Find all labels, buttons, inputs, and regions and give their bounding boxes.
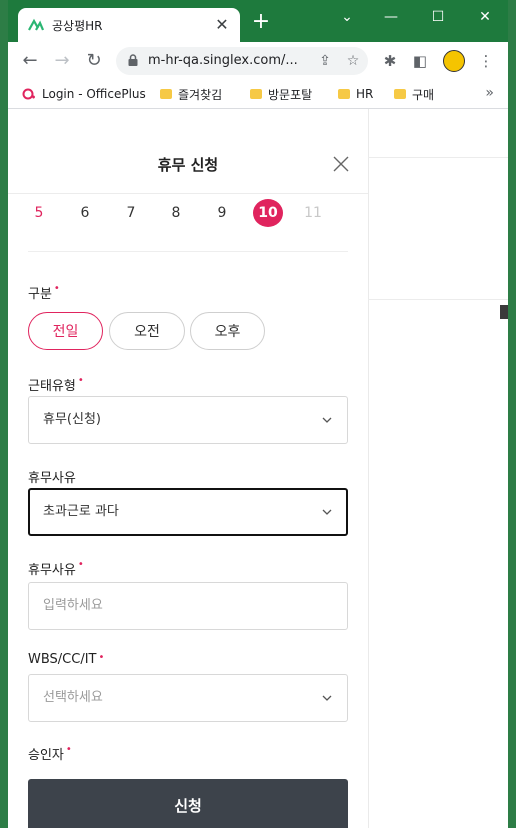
forward-icon[interactable]: → — [52, 51, 72, 71]
close-icon[interactable] — [330, 153, 352, 175]
day-5[interactable]: 5 — [24, 199, 54, 227]
folder-icon — [394, 89, 406, 99]
url-text: m-hr-qa.singlex.com/... — [148, 53, 298, 68]
bookmark-hr[interactable]: HR — [338, 85, 373, 103]
bookmark-label: 구매 — [412, 87, 435, 102]
officeplus-icon — [22, 88, 35, 100]
scrollbar-marker[interactable] — [500, 305, 508, 319]
option-afternoon[interactable]: 오후 — [190, 312, 265, 350]
leave-reason-select-label-text: 휴무사유 — [28, 471, 76, 486]
close-window-icon[interactable]: ✕ — [470, 7, 500, 27]
leave-request-sheet: 휴무 신청 5 6 7 8 9 10 11 구분 • 전일 오전 오후 근태유형… — [8, 109, 368, 828]
bookmark-label: Login - OfficePlus — [42, 87, 146, 101]
day-7[interactable]: 7 — [116, 199, 146, 227]
share-icon[interactable]: ⇪ — [316, 52, 334, 70]
browser-toolbar: ← → ↻ m-hr-qa.singlex.com/... ⇪ ☆ ✱ ◧ ⋮ — [8, 42, 508, 80]
extensions-icon[interactable]: ✱ — [380, 51, 400, 71]
wbs-label-text: WBS/CC/IT — [28, 652, 97, 667]
background-page — [368, 109, 508, 828]
day-8[interactable]: 8 — [161, 199, 191, 227]
address-bar[interactable]: m-hr-qa.singlex.com/... ⇪ ☆ — [116, 47, 368, 75]
lock-icon — [128, 54, 138, 66]
folder-icon — [250, 89, 262, 99]
divider — [368, 299, 508, 300]
divider — [368, 157, 508, 158]
leave-reason-input-label-text: 휴무사유 — [28, 563, 76, 578]
option-morning[interactable]: 오전 — [109, 312, 185, 350]
bookmark-label: 즐겨찾김 — [178, 87, 223, 102]
reload-icon[interactable]: ↻ — [84, 51, 104, 71]
bookmark-favorites[interactable]: 즐겨찾김 — [160, 85, 222, 103]
profile-avatar[interactable] — [443, 50, 465, 72]
menu-kebab-icon[interactable]: ⋮ — [476, 51, 496, 71]
folder-icon — [160, 89, 172, 99]
minimize-icon[interactable]: — — [376, 7, 406, 27]
attendance-type-select[interactable]: 휴무(신청) — [28, 396, 348, 444]
bookmark-purchase[interactable]: 구매 — [394, 85, 434, 103]
page-title: 휴무 신청 — [157, 156, 219, 174]
maximize-icon[interactable]: ☐ — [423, 7, 453, 27]
browser-tab[interactable]: 공상평HR ✕ — [18, 8, 240, 42]
leave-reason-input[interactable]: 입력하세요 — [28, 582, 348, 630]
leave-reason-value: 초과근로 과다 — [43, 504, 119, 519]
wbs-select[interactable]: 선택하세요 — [28, 674, 348, 722]
bookmark-visitor-portal[interactable]: 방문포탈 — [250, 85, 312, 103]
folder-icon — [338, 89, 350, 99]
browser-window: 공상평HR ✕ + ⌄ — ☐ ✕ ← → ↻ m-hr-qa.singlex.… — [8, 0, 508, 828]
bookmarks-more-icon[interactable]: » — [485, 85, 494, 101]
tab-close-icon[interactable]: ✕ — [212, 15, 232, 35]
day-6[interactable]: 6 — [70, 199, 100, 227]
leave-reason-placeholder: 입력하세요 — [43, 598, 103, 613]
tab-search-icon[interactable]: ⌄ — [332, 7, 362, 27]
bookmark-officeplus[interactable]: Login - OfficePlus — [22, 85, 146, 103]
title-bar: 공상평HR ✕ + ⌄ — ☐ ✕ — [8, 0, 508, 42]
required-mark: • — [98, 652, 105, 663]
required-mark: • — [65, 744, 72, 755]
sheet-header: 휴무 신청 — [8, 109, 368, 194]
back-icon[interactable]: ← — [20, 51, 40, 71]
bookmarks-bar: Login - OfficePlus 즐겨찾김 방문포탈 HR 구매 » — [8, 80, 508, 109]
approver-label: 승인자 • — [28, 744, 72, 763]
side-panel-icon[interactable]: ◧ — [410, 51, 430, 71]
chevron-down-icon — [322, 417, 332, 423]
chevron-down-icon — [322, 695, 332, 701]
date-strip: 5 6 7 8 9 10 11 — [28, 193, 348, 252]
required-mark: • — [77, 559, 84, 570]
option-full-day[interactable]: 전일 — [28, 312, 103, 350]
bookmark-star-icon[interactable]: ☆ — [344, 52, 362, 70]
chevron-down-icon — [322, 509, 332, 515]
wbs-placeholder: 선택하세요 — [43, 690, 103, 705]
day-11[interactable]: 11 — [298, 199, 328, 227]
required-mark: • — [53, 283, 60, 294]
attendance-type-label: 근태유형 • — [28, 375, 84, 394]
required-mark: • — [77, 375, 84, 386]
leave-reason-select-label: 휴무사유 — [28, 467, 76, 486]
attendance-type-value: 휴무(신청) — [43, 412, 101, 427]
page-content: 휴무 신청 5 6 7 8 9 10 11 구분 • 전일 오전 오후 근태유형… — [8, 109, 508, 828]
leave-reason-select[interactable]: 초과근로 과다 — [28, 488, 348, 536]
submit-button[interactable]: 신청 — [28, 779, 348, 828]
bookmark-label: HR — [356, 87, 374, 101]
type-label: 구분 • — [28, 283, 60, 302]
wbs-label: WBS/CC/IT • — [28, 652, 104, 667]
bookmark-label: 방문포탈 — [268, 87, 313, 102]
app-logo-icon — [28, 18, 44, 31]
type-label-text: 구분 — [28, 287, 52, 302]
new-tab-button[interactable]: + — [250, 11, 272, 33]
day-10-selected[interactable]: 10 — [253, 199, 283, 227]
tab-title: 공상평HR — [52, 19, 103, 33]
leave-reason-input-label: 휴무사유 • — [28, 559, 84, 578]
day-9[interactable]: 9 — [207, 199, 237, 227]
approver-label-text: 승인자 — [28, 748, 64, 763]
attendance-type-label-text: 근태유형 — [28, 379, 76, 394]
